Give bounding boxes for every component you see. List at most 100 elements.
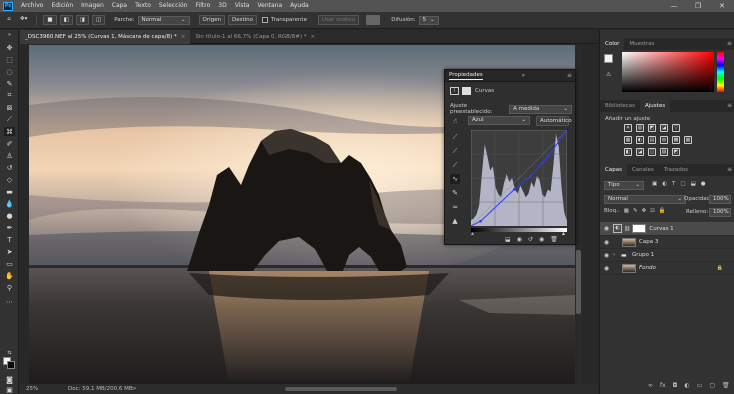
new-group-icon[interactable]: ▭ xyxy=(697,382,703,389)
adjustment-icon[interactable]: ▽ xyxy=(672,124,680,132)
preset-select[interactable]: A medida ⌄ xyxy=(509,104,572,114)
pencil-draw-icon[interactable]: ✎ xyxy=(450,188,460,198)
swap-colors-icon[interactable]: ⇆ xyxy=(4,348,15,357)
visibility-eye-icon[interactable]: ◉ xyxy=(600,252,613,259)
lock-all-icon[interactable]: 🔒 xyxy=(659,208,666,214)
properties-title[interactable]: Propiedades xyxy=(449,72,483,80)
menu-3d[interactable]: 3D xyxy=(214,0,230,12)
origen-button[interactable]: Origen xyxy=(198,15,225,25)
blur-tool-icon[interactable]: 💧 xyxy=(4,199,15,208)
mask-icon[interactable] xyxy=(462,87,471,95)
tab-canales[interactable]: Canales xyxy=(627,164,659,176)
menu-capa[interactable]: Capa xyxy=(108,0,131,12)
visibility-eye-icon[interactable]: ◉ xyxy=(600,239,613,246)
quick-selection-tool-icon[interactable]: ✎ xyxy=(4,79,15,88)
lock-artboard-icon[interactable]: ⊡ xyxy=(650,208,655,214)
filter-smart-icon[interactable]: ⬓ xyxy=(691,181,696,187)
collapse-icon[interactable]: » xyxy=(522,72,529,79)
chevron-right-icon[interactable]: › xyxy=(613,252,621,258)
menu-filtro[interactable]: Filtro xyxy=(192,0,215,12)
home-icon[interactable]: ⌂ xyxy=(4,15,14,25)
visibility-eye-icon[interactable]: ◉ xyxy=(600,265,613,272)
chain-link-icon[interactable]: ⛓ xyxy=(624,226,630,232)
more-tools-icon[interactable]: ⋯ xyxy=(4,297,15,306)
adjustment-icon[interactable]: ▦ xyxy=(624,136,632,144)
crop-tool-icon[interactable]: ⌗ xyxy=(4,91,15,100)
patch-tool-preset-icon[interactable]: ✥▾ xyxy=(17,15,30,25)
black-point-eyedropper-icon[interactable]: ⟋ xyxy=(450,132,460,142)
quick-mask-icon[interactable]: ◙ xyxy=(4,375,15,384)
adjustment-icon[interactable]: ▩ xyxy=(672,136,680,144)
lasso-tool-icon[interactable]: ◌ xyxy=(4,67,15,76)
curve-point[interactable] xyxy=(513,188,516,191)
delete-icon[interactable]: 🗑 xyxy=(550,236,558,243)
tab-color[interactable]: Color xyxy=(600,38,625,50)
screen-mode-icon[interactable]: ▣ xyxy=(4,385,15,394)
transparente-checkbox[interactable] xyxy=(262,17,269,23)
brush-tool-icon[interactable]: ✐ xyxy=(4,139,15,148)
doc-tab-sin-titulo[interactable]: Sin título-1 al 66,7% (Capa 0, RGB/8#) *… xyxy=(190,30,320,44)
layer-row-fondo[interactable]: ◉ Fondo 🔒 xyxy=(600,262,734,275)
curve-point[interactable] xyxy=(479,220,482,223)
layer-row-capa3[interactable]: ◉ Capa 3 xyxy=(600,236,734,249)
menu-imagen[interactable]: Imagen xyxy=(77,0,108,12)
clipping-warning-icon[interactable]: ▲ xyxy=(450,216,460,226)
blend-mode-select[interactable]: Normal ⌄ xyxy=(604,195,686,204)
lock-pixels-icon[interactable]: ▦ xyxy=(624,208,629,214)
adjustment-icon[interactable]: ◩ xyxy=(648,124,656,132)
smooth-curve-icon[interactable]: ≈ xyxy=(450,202,460,212)
black-slider-icon[interactable]: ▴ xyxy=(471,230,474,237)
subtract-selection-icon[interactable]: ◨ xyxy=(75,15,89,25)
close-tab-icon[interactable]: × xyxy=(311,34,316,40)
color-fg-swatch[interactable] xyxy=(604,54,613,63)
color-picker-field[interactable] xyxy=(622,52,714,92)
adjustment-icon[interactable]: ◐ xyxy=(636,136,644,144)
filter-adjustment-icon[interactable]: ◐ xyxy=(662,181,667,187)
gray-point-eyedropper-icon[interactable]: ⟋ xyxy=(450,146,460,156)
curve-point[interactable] xyxy=(529,174,532,178)
new-selection-icon[interactable]: ■ xyxy=(43,15,57,25)
close-window-button[interactable]: ✕ xyxy=(710,0,734,12)
dodge-tool-icon[interactable]: ● xyxy=(4,211,15,220)
adjustment-icon[interactable]: ◩ xyxy=(672,148,680,156)
eraser-tool-icon[interactable]: ◇ xyxy=(4,175,15,184)
destino-button[interactable]: Destino xyxy=(228,15,258,25)
opacity-field[interactable]: 100% xyxy=(709,195,731,204)
lock-paint-icon[interactable]: ✎ xyxy=(633,208,638,214)
curve-points-icon[interactable]: ∿ xyxy=(450,174,460,184)
close-tab-icon[interactable]: × xyxy=(181,34,186,40)
patch-tool-icon[interactable]: ⌘ xyxy=(4,127,15,136)
panel-menu-icon[interactable]: ≡ xyxy=(727,38,734,50)
gradient-tool-icon[interactable]: ▬ xyxy=(4,187,15,196)
new-adjustment-icon[interactable]: ◐ xyxy=(684,382,689,389)
doc-tab-dsc3960[interactable]: _DSC3960.NEF al 25% (Curvas 1, Máscara d… xyxy=(20,30,191,44)
filter-pixel-icon[interactable]: ▣ xyxy=(652,181,657,187)
adjustment-icon[interactable]: ◍ xyxy=(660,136,668,144)
menu-archivo[interactable]: Archivo xyxy=(17,0,47,12)
vertical-scrollbar[interactable] xyxy=(575,45,582,384)
layer-mask-thumbnail[interactable] xyxy=(632,224,647,233)
adjustment-icon[interactable]: ◪ xyxy=(660,124,668,132)
filter-shape-icon[interactable]: ▢ xyxy=(680,181,685,187)
new-layer-icon[interactable]: ▢ xyxy=(709,382,715,389)
background-color-swatch[interactable] xyxy=(7,361,15,369)
adjustment-icon[interactable]: ◪ xyxy=(636,148,644,156)
toolbar-collapse-icon[interactable]: » xyxy=(4,30,15,39)
menu-ayuda[interactable]: Ayuda xyxy=(286,0,313,12)
scroll-thumb[interactable] xyxy=(576,250,581,314)
history-brush-tool-icon[interactable]: ↺ xyxy=(4,163,15,172)
adjustment-icon[interactable]: ☀ xyxy=(624,124,632,132)
eyedropper-tool-icon[interactable]: ⟋ xyxy=(4,115,15,124)
status-menu-arrow[interactable]: > xyxy=(132,386,137,392)
maximize-button[interactable]: ❐ xyxy=(686,0,710,12)
adjustment-icon[interactable]: ◧ xyxy=(624,148,632,156)
curves-graph[interactable] xyxy=(471,130,567,226)
adjustment-icon[interactable]: ◫ xyxy=(648,148,656,156)
on-image-adjust-icon[interactable]: ☝ xyxy=(450,116,460,126)
delete-layer-icon[interactable]: 🗑 xyxy=(722,382,730,389)
tab-ajustes[interactable]: Ajustes xyxy=(640,100,671,112)
menu-seleccion[interactable]: Selección xyxy=(155,0,192,12)
hue-slider[interactable] xyxy=(717,52,724,92)
menu-texto[interactable]: Texto xyxy=(131,0,155,12)
frame-tool-icon[interactable]: ⊠ xyxy=(4,103,15,112)
